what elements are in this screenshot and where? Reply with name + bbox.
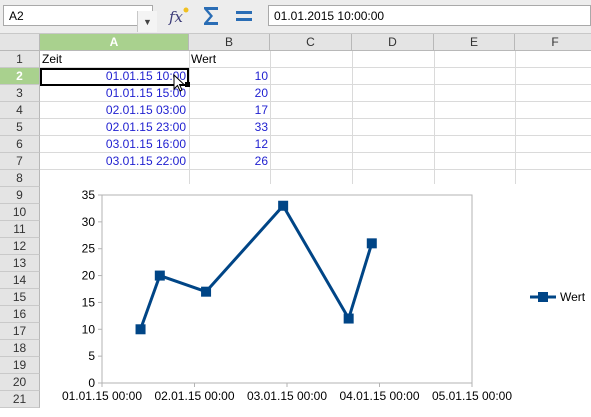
- legend-label: Wert: [560, 290, 586, 304]
- grid-line: [189, 51, 190, 201]
- cell-zeit[interactable]: 01.01.15 15:00: [42, 85, 186, 102]
- grid-line: [352, 51, 353, 201]
- grid-line: [434, 51, 435, 201]
- svg-text:fx: fx: [168, 8, 184, 26]
- row-header[interactable]: 11: [0, 221, 40, 238]
- row-header[interactable]: 20: [0, 374, 40, 391]
- name-box[interactable]: A2 ▼: [3, 5, 157, 32]
- grid-line: [270, 51, 271, 201]
- chart-canvas: 0 5 10 15 20 25 30 35 01.01.15 00:00 02.01.15 00:…: [62, 188, 586, 403]
- row-header[interactable]: 8: [0, 170, 40, 187]
- row-header[interactable]: 18: [0, 340, 40, 357]
- x-tick-label: 01.01.15 00:00: [62, 389, 142, 403]
- x-tick-label: 03.01.15 00:00: [247, 389, 327, 403]
- y-tick-label: 10: [82, 322, 96, 336]
- formula-toolbar: A2 ▼ fx 01.01.2015 10:00:00: [0, 0, 591, 34]
- sum-icon[interactable]: [200, 4, 222, 28]
- row-header[interactable]: 1: [0, 51, 40, 68]
- row-header[interactable]: 12: [0, 238, 40, 255]
- cell-zeit[interactable]: 02.01.15 03:00: [42, 102, 186, 119]
- mouse-pointer-icon: [173, 74, 185, 92]
- chevron-down-icon[interactable]: ▼: [137, 11, 157, 32]
- y-tick-label: 15: [82, 295, 96, 309]
- function-wizard-icon[interactable]: fx: [166, 5, 190, 27]
- select-all-corner[interactable]: [0, 34, 40, 51]
- y-tick-label: 25: [82, 242, 96, 256]
- cell-wert[interactable]: 17: [191, 102, 268, 119]
- equals-icon[interactable]: [233, 5, 255, 27]
- column-header-b[interactable]: B: [189, 34, 270, 51]
- x-tick-label: 04.01.15 00:00: [339, 389, 419, 403]
- row-header[interactable]: 14: [0, 272, 40, 289]
- row-header[interactable]: 15: [0, 289, 40, 306]
- cell-zeit[interactable]: 03.01.15 22:00: [42, 153, 186, 170]
- column-header-d[interactable]: D: [352, 34, 434, 51]
- legend-marker: [538, 292, 548, 302]
- row-header[interactable]: 13: [0, 255, 40, 272]
- row-header[interactable]: 3: [0, 85, 40, 102]
- spreadsheet-grid: A B C D E F 1 2 3 4 5 6 7 8 9 10 11 12 1…: [0, 34, 591, 417]
- y-tick-label: 20: [82, 269, 96, 283]
- cell-wert[interactable]: 20: [191, 85, 268, 102]
- data-point: [343, 313, 354, 324]
- y-tick-label: 35: [82, 188, 96, 202]
- row-header[interactable]: 5: [0, 119, 40, 136]
- grid-line: [515, 51, 516, 201]
- line-chart[interactable]: 0 5 10 15 20 25 30 35 01.01.15 00:00 02.01.15 00:…: [40, 184, 591, 417]
- y-tick-label: 5: [88, 349, 95, 363]
- header-cell-wert[interactable]: Wert: [191, 51, 268, 68]
- cell-wert[interactable]: 33: [191, 119, 268, 136]
- row-header[interactable]: 7: [0, 153, 40, 170]
- row-header[interactable]: 16: [0, 306, 40, 323]
- formula-input[interactable]: 01.01.2015 10:00:00: [268, 5, 591, 26]
- cell-wert[interactable]: 26: [191, 153, 268, 170]
- cell-zeit[interactable]: 02.01.15 23:00: [42, 119, 186, 136]
- row-header[interactable]: 17: [0, 323, 40, 340]
- column-header-f[interactable]: F: [515, 34, 591, 51]
- x-tick-label: 02.01.15 00:00: [154, 389, 234, 403]
- row-header[interactable]: 21: [0, 391, 40, 408]
- cell-cursor[interactable]: [40, 68, 189, 86]
- formula-value: 01.01.2015 10:00:00: [274, 9, 385, 23]
- plot-area-frame: [101, 194, 473, 384]
- row-header[interactable]: 10: [0, 204, 40, 221]
- name-box-value: A2: [9, 9, 24, 23]
- cell-wert[interactable]: 10: [191, 68, 268, 85]
- data-point: [135, 324, 146, 335]
- series-line: [139, 204, 374, 330]
- column-header-c[interactable]: C: [270, 34, 352, 51]
- y-tick-label: 30: [82, 215, 96, 229]
- fill-handle[interactable]: [185, 82, 190, 87]
- cell-wert[interactable]: 12: [191, 136, 268, 153]
- cell-zeit[interactable]: 03.01.15 16:00: [42, 136, 186, 153]
- row-header[interactable]: 19: [0, 357, 40, 374]
- row-header[interactable]: 4: [0, 102, 40, 119]
- row-header[interactable]: 2: [0, 68, 40, 85]
- data-point: [366, 238, 377, 249]
- row-header[interactable]: 6: [0, 136, 40, 153]
- column-header-a[interactable]: A: [40, 34, 189, 51]
- data-point: [201, 286, 212, 297]
- column-header-e[interactable]: E: [434, 34, 515, 51]
- row-header[interactable]: 9: [0, 187, 40, 204]
- y-tick-label: 0: [88, 376, 95, 390]
- data-point: [278, 200, 289, 211]
- x-tick-label: 05.01.15 00:00: [432, 389, 512, 403]
- data-point: [154, 270, 165, 281]
- header-cell-zeit[interactable]: Zeit: [42, 51, 187, 68]
